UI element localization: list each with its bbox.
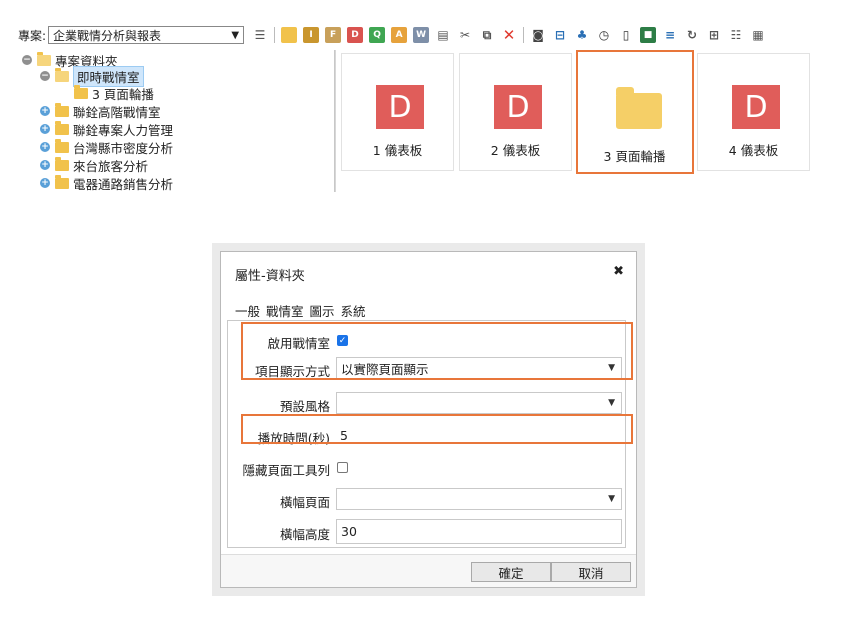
dialog-footer: 確定 取消: [221, 554, 636, 587]
expand-icon[interactable]: +: [40, 178, 50, 188]
dialog-title: 屬性-資料夾: [235, 269, 305, 284]
list-icon[interactable]: ☰: [252, 27, 268, 43]
tree-item-page-carousel[interactable]: 3 頁面輪播: [74, 84, 154, 102]
project-select[interactable]: 企業戰情分析與報表 ▼: [48, 26, 245, 44]
caret-down-icon: ▼: [608, 398, 615, 408]
folder-icon: [74, 84, 88, 99]
tree-item-label: 電器通路銷售分析: [73, 176, 174, 192]
dialog-backdrop: 屬性-資料夾 ✖ 一般 戰情室 圖示 系統 啟用戰情室 ✓ 項目顯示方式 以實際…: [212, 243, 645, 596]
tile-label: 2 儀表板: [490, 143, 541, 158]
project-label: 專案:: [18, 28, 47, 43]
new-w-icon[interactable]: W: [413, 27, 430, 43]
folder-icon: [37, 51, 51, 66]
folder-icon: [55, 120, 69, 135]
database-icon[interactable]: ≡: [662, 27, 678, 43]
hide-toolbar-label: 隱藏頁面工具列: [242, 463, 330, 478]
close-icon[interactable]: ✖: [613, 264, 624, 279]
book-icon[interactable]: ▯: [618, 27, 634, 43]
ok-button[interactable]: 確定: [471, 562, 551, 582]
hide-toolbar-checkbox[interactable]: [337, 462, 348, 473]
camera-icon[interactable]: ◙: [530, 27, 546, 43]
refresh-icon[interactable]: ↻: [684, 27, 700, 43]
expand-icon[interactable]: +: [40, 124, 50, 134]
tile-label: 4 儀表板: [728, 143, 779, 158]
tile-dashboard-4[interactable]: D 4 儀表板: [697, 53, 810, 171]
tile-icon[interactable]: ■: [640, 27, 657, 43]
layout-icon[interactable]: ☷: [728, 27, 744, 43]
new-d-icon[interactable]: D: [347, 27, 364, 43]
tree-item-exec-room[interactable]: + 聯銓高階戰情室: [40, 102, 161, 120]
delete-icon[interactable]: ✕: [501, 26, 517, 44]
tree-item-density[interactable]: + 台灣縣市密度分析: [40, 138, 174, 156]
tree-item-label: 來台旅客分析: [73, 158, 149, 174]
caret-down-icon: ▼: [608, 494, 615, 504]
expand-icon[interactable]: +: [40, 142, 50, 152]
report-icon[interactable]: ▦: [750, 27, 766, 43]
top-toolbar: 專案: 企業戰情分析與報表 ▼ ☰ I F D Q A W ▤ ✂ ⧉ ✕ ◙ …: [18, 24, 838, 46]
tree-item-label: 聯銓專案人力管理: [73, 122, 174, 138]
default-style-label: 預設風格: [279, 399, 330, 414]
folder-icon: [55, 67, 69, 82]
expand-icon[interactable]: +: [40, 106, 50, 116]
dashboard-icon: D: [732, 85, 780, 129]
banner-height-label: 橫幅高度: [279, 527, 330, 542]
tree-item-label: 台灣縣市密度分析: [73, 140, 174, 156]
folder-icon: [55, 174, 69, 189]
toolbar-icons: ☰ I F D Q A W ▤ ✂ ⧉ ✕ ◙ ⊟ ♣ ◷ ▯ ■ ≡ ↻ ⊞ …: [252, 26, 772, 44]
tile-label: 1 儀表板: [372, 143, 423, 158]
default-style-select[interactable]: ▼: [336, 392, 622, 414]
cut-icon[interactable]: ✂: [457, 27, 473, 43]
banner-page-label: 橫幅頁面: [279, 495, 330, 510]
tree-item-label: 3 頁面輪播: [92, 86, 154, 102]
banner-height-input[interactable]: 30: [336, 519, 622, 544]
tree-item-dashboard-room[interactable]: − 即時戰情室: [40, 65, 144, 87]
folder-icon: [55, 156, 69, 171]
new-f-icon[interactable]: F: [325, 27, 342, 43]
folder-icon: [55, 138, 69, 153]
tree-item-label: 聯銓高階戰情室: [73, 104, 161, 120]
project-select-value: 企業戰情分析與報表: [53, 28, 162, 43]
banner-height-value: 30: [341, 524, 357, 539]
puzzle-icon[interactable]: ♣: [574, 27, 590, 43]
folder-icon: [55, 102, 69, 117]
tile-dashboard-1[interactable]: D 1 儀表板: [341, 53, 454, 171]
highlight-box: [241, 322, 633, 380]
tree-item-appliance[interactable]: + 電器通路銷售分析: [40, 174, 174, 192]
slideshow-icon[interactable]: ⊟: [552, 27, 568, 43]
tile-dashboard-2[interactable]: D 2 儀表板: [459, 53, 572, 171]
new-q-icon[interactable]: Q: [369, 27, 386, 43]
dashboard-icon: D: [376, 85, 424, 129]
toolbar-separator: [274, 27, 276, 43]
cancel-button[interactable]: 取消: [551, 562, 631, 582]
tree-item-project-hr[interactable]: + 聯銓專案人力管理: [40, 120, 174, 138]
expand-icon[interactable]: +: [40, 160, 50, 170]
new-i-icon[interactable]: I: [303, 27, 320, 43]
document-icon[interactable]: ▤: [435, 27, 451, 43]
chevron-down-icon: ▼: [231, 29, 240, 41]
collapse-icon[interactable]: −: [22, 55, 32, 65]
highlight-box: [576, 50, 694, 174]
new-a-icon[interactable]: A: [391, 27, 408, 43]
dashboard-icon: D: [494, 85, 542, 129]
properties-dialog: 屬性-資料夾 ✖ 一般 戰情室 圖示 系統 啟用戰情室 ✓ 項目顯示方式 以實際…: [220, 251, 637, 588]
highlight-box: [241, 414, 633, 444]
folder-tree: − 專案資料夾 − 即時戰情室 3 頁面輪播 + 聯銓高階戰情室 + 聯銓專案人…: [18, 50, 335, 192]
banner-page-select[interactable]: ▼: [336, 488, 622, 510]
clock-icon[interactable]: ◷: [596, 27, 612, 43]
add-folder-icon[interactable]: [281, 27, 298, 43]
tree-icon[interactable]: ⊞: [706, 27, 722, 43]
copy-icon[interactable]: ⧉: [479, 27, 495, 43]
tree-item-visitors[interactable]: + 來台旅客分析: [40, 156, 149, 174]
collapse-icon[interactable]: −: [40, 71, 50, 81]
toolbar-separator: [523, 27, 525, 43]
